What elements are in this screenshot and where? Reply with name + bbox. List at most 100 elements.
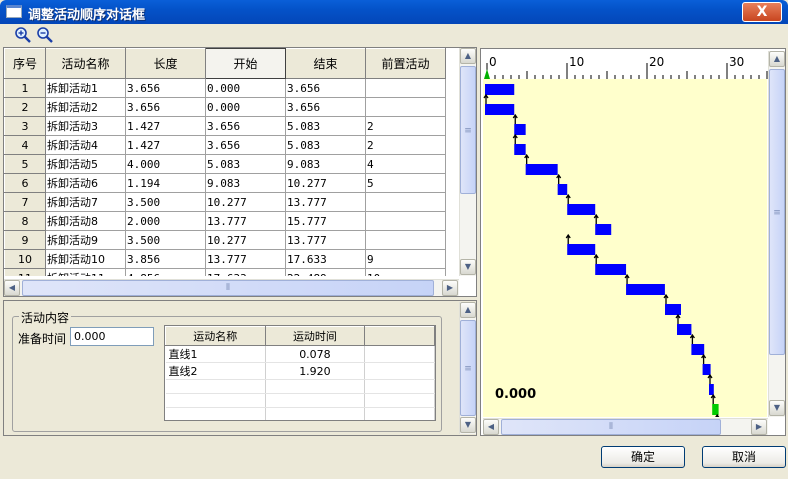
cell-predecessor[interactable] xyxy=(365,192,446,212)
table-row[interactable]: 6 拆卸活动6 1.194 9.083 10.277 5 xyxy=(4,173,446,193)
cell-length[interactable]: 2.000 xyxy=(125,211,206,231)
col-header-name[interactable]: 活动名称 xyxy=(45,48,126,79)
cell-row-index[interactable]: 8 xyxy=(4,211,46,231)
scroll-thumb[interactable]: ≡ xyxy=(769,69,785,355)
cell-end[interactable]: 3.656 xyxy=(285,78,366,98)
cell-predecessor[interactable] xyxy=(365,97,446,117)
table-row[interactable]: 7 拆卸活动7 3.500 10.277 13.777 xyxy=(4,192,446,212)
detail-vertical-scrollbar[interactable]: ▲ ≡ ▼ xyxy=(459,302,476,434)
col-header-motion-time[interactable]: 运动时间 xyxy=(264,326,366,346)
table-row[interactable]: 10 拆卸活动10 3.856 13.777 17.633 9 xyxy=(4,249,446,269)
prep-time-input[interactable] xyxy=(70,327,154,346)
cell-activity-name[interactable]: 拆卸活动10 xyxy=(45,249,126,269)
cell-motion-time[interactable]: 1.920 xyxy=(265,362,366,380)
cell-end[interactable]: 10.277 xyxy=(285,173,366,193)
col-header-end[interactable]: 结束 xyxy=(285,48,366,79)
cell-row-index[interactable]: 11 xyxy=(4,268,46,276)
cell-start[interactable]: 17.633 xyxy=(205,268,286,276)
title-bar[interactable]: 调整活动顺序对话框 X xyxy=(0,0,788,24)
scroll-down-button[interactable]: ▼ xyxy=(460,417,476,433)
table-row[interactable]: 直线2 1.920 xyxy=(165,362,435,380)
cell-row-index[interactable]: 9 xyxy=(4,230,46,250)
cell-predecessor[interactable] xyxy=(365,211,446,231)
grid-horizontal-scrollbar[interactable]: ◀ ⦀ ▶ xyxy=(4,279,459,296)
cell-start[interactable]: 3.656 xyxy=(205,135,286,155)
cell-activity-name[interactable]: 拆卸活动4 xyxy=(45,135,126,155)
cell-predecessor[interactable] xyxy=(365,78,446,98)
scroll-thumb-horizontal[interactable]: ⦀ xyxy=(501,419,721,435)
activity-grid[interactable]: 序号 活动名称 长度 开始 结束 前置活动 1 拆卸活动1 3.656 0.000 3.… xyxy=(4,48,459,276)
ok-button[interactable]: 确定 xyxy=(601,446,685,468)
cell-activity-name[interactable]: 拆卸活动5 xyxy=(45,154,126,174)
cell-predecessor[interactable]: 9 xyxy=(365,249,446,269)
scroll-down-button[interactable]: ▼ xyxy=(769,400,785,416)
cell-end[interactable]: 17.633 xyxy=(285,249,366,269)
cell-length[interactable]: 4.856 xyxy=(125,268,206,276)
cell-activity-name[interactable]: 拆卸活动3 xyxy=(45,116,126,136)
table-row[interactable]: 直线1 0.078 xyxy=(165,345,435,363)
cell-length[interactable]: 1.194 xyxy=(125,173,206,193)
cell-motion-time[interactable]: 0.078 xyxy=(265,345,366,363)
gantt-vertical-scrollbar[interactable]: ▲ ≡ ▼ xyxy=(768,51,785,417)
cell-predecessor[interactable]: 4 xyxy=(365,154,446,174)
cell-predecessor[interactable]: 10 xyxy=(365,268,446,276)
col-header-motion-name[interactable]: 运动名称 xyxy=(165,326,266,346)
motion-grid[interactable]: 运动名称 运动时间 直线1 0.078 直线2 1.920 xyxy=(164,325,436,421)
gantt-plot[interactable]: 0.000 xyxy=(483,79,767,417)
cell-start[interactable]: 13.777 xyxy=(205,211,286,231)
cell-end[interactable]: 5.083 xyxy=(285,116,366,136)
zoom-out-button[interactable] xyxy=(36,26,56,44)
cell-activity-name[interactable]: 拆卸活动2 xyxy=(45,97,126,117)
cell-row-index[interactable]: 6 xyxy=(4,173,46,193)
grid-vertical-scrollbar[interactable]: ▲ ≡ ▼ xyxy=(459,48,476,276)
cell-activity-name[interactable]: 拆卸活动9 xyxy=(45,230,126,250)
scroll-down-button[interactable]: ▼ xyxy=(460,259,476,275)
cell-start[interactable]: 13.777 xyxy=(205,249,286,269)
cell-start[interactable]: 5.083 xyxy=(205,154,286,174)
cell-start[interactable]: 3.656 xyxy=(205,116,286,136)
cell-motion-name[interactable]: 直线2 xyxy=(165,362,266,380)
cell-end[interactable]: 22.489 xyxy=(285,268,366,276)
table-row[interactable]: 3 拆卸活动3 1.427 3.656 5.083 2 xyxy=(4,116,446,136)
cell-end[interactable]: 13.777 xyxy=(285,192,366,212)
zoom-in-button[interactable] xyxy=(14,26,34,44)
col-header-index[interactable]: 序号 xyxy=(4,48,46,79)
scroll-thumb-horizontal[interactable]: ⦀ xyxy=(22,280,434,296)
col-header-predecessor[interactable]: 前置活动 xyxy=(365,48,446,79)
cell-length[interactable]: 3.500 xyxy=(125,192,206,212)
cell-start[interactable]: 0.000 xyxy=(205,78,286,98)
table-row[interactable]: 5 拆卸活动5 4.000 5.083 9.083 4 xyxy=(4,154,446,174)
cell-length[interactable]: 3.856 xyxy=(125,249,206,269)
scroll-left-button[interactable]: ◀ xyxy=(4,280,20,296)
table-row[interactable]: 2 拆卸活动2 3.656 0.000 3.656 xyxy=(4,97,446,117)
cell-row-index[interactable]: 5 xyxy=(4,154,46,174)
table-row[interactable]: 11拆卸活动114.85617.63322.48910 xyxy=(4,268,446,276)
cell-activity-name[interactable]: 拆卸活动1 xyxy=(45,78,126,98)
cell-end[interactable]: 15.777 xyxy=(285,211,366,231)
cell-end[interactable]: 5.083 xyxy=(285,135,366,155)
scroll-left-button[interactable]: ◀ xyxy=(483,419,499,435)
scroll-right-button[interactable]: ▶ xyxy=(751,419,767,435)
cell-activity-name[interactable]: 拆卸活动11 xyxy=(45,268,126,276)
scroll-thumb[interactable]: ≡ xyxy=(460,66,476,194)
scroll-up-button[interactable]: ▲ xyxy=(460,302,476,318)
col-header-start[interactable]: 开始 xyxy=(205,48,286,79)
cell-length[interactable]: 3.656 xyxy=(125,78,206,98)
cell-end[interactable]: 13.777 xyxy=(285,230,366,250)
table-row[interactable]: 8 拆卸活动8 2.000 13.777 15.777 xyxy=(4,211,446,231)
cell-activity-name[interactable]: 拆卸活动6 xyxy=(45,173,126,193)
cell-predecessor[interactable]: 2 xyxy=(365,116,446,136)
table-row[interactable]: 1 拆卸活动1 3.656 0.000 3.656 xyxy=(4,78,446,98)
cell-length[interactable]: 3.500 xyxy=(125,230,206,250)
cell-length[interactable]: 3.656 xyxy=(125,97,206,117)
cell-start[interactable]: 10.277 xyxy=(205,192,286,212)
close-button[interactable]: X xyxy=(742,2,782,22)
cell-predecessor[interactable]: 5 xyxy=(365,173,446,193)
col-header-length[interactable]: 长度 xyxy=(125,48,206,79)
cell-length[interactable]: 4.000 xyxy=(125,154,206,174)
cell-activity-name[interactable]: 拆卸活动7 xyxy=(45,192,126,212)
cell-end[interactable]: 9.083 xyxy=(285,154,366,174)
scroll-thumb[interactable]: ≡ xyxy=(460,320,476,416)
cancel-button[interactable]: 取消 xyxy=(702,446,786,468)
scroll-up-button[interactable]: ▲ xyxy=(460,48,476,64)
